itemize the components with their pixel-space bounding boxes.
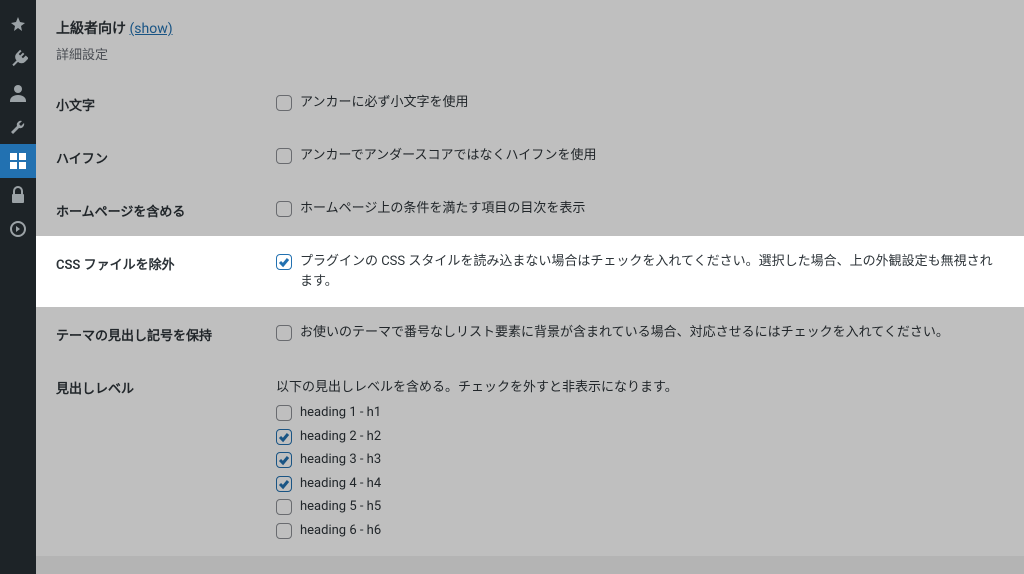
sidebar-item-security[interactable] xyxy=(0,178,36,212)
check-icon xyxy=(278,256,290,268)
checkbox-h5[interactable] xyxy=(276,499,292,515)
heading-levels-intro: 以下の見出しレベルを含める。チェックを外すと非表示になります。 xyxy=(276,376,1004,395)
checkbox-homepage[interactable] xyxy=(276,201,292,217)
cb-label-h1: heading 1 - h1 xyxy=(300,403,381,423)
sidebar-item-settings[interactable] xyxy=(0,144,36,178)
row-preserve-bullets: テーマの見出し記号を保持 お使いのテーマで番号なしリスト要素に背景が含まれている… xyxy=(36,307,1024,360)
cb-label-h5: heading 5 - h5 xyxy=(300,497,381,517)
label-exclude-css: CSS ファイルを除外 xyxy=(56,252,276,273)
label-preserve-bullets: テーマの見出し記号を保持 xyxy=(56,323,276,344)
cb-label-hyphen: アンカーでアンダースコアではなくハイフンを使用 xyxy=(300,146,597,166)
row-exclude-css: CSS ファイルを除外 プラグインの CSS スタイルを読み込まない場合はチェッ… xyxy=(36,236,1024,307)
label-lowercase: 小文字 xyxy=(56,93,276,114)
checkbox-h6[interactable] xyxy=(276,523,292,539)
plug-icon xyxy=(8,49,28,69)
settings-panel: 上級者向け (show) 詳細設定 小文字 アンカーに必ず小文字を使用 ハイフン xyxy=(36,0,1024,556)
sidebar-item-collapse[interactable] xyxy=(0,212,36,246)
user-icon xyxy=(8,83,28,103)
sidebar-item-pin[interactable] xyxy=(0,8,36,42)
show-link[interactable]: (show) xyxy=(129,21,172,37)
cb-label-h6: heading 6 - h6 xyxy=(300,521,381,541)
cb-label-lowercase: アンカーに必ず小文字を使用 xyxy=(300,93,468,113)
label-hyphen: ハイフン xyxy=(56,146,276,167)
checkbox-h1[interactable] xyxy=(276,405,292,421)
cb-label-h4: heading 4 - h4 xyxy=(300,474,381,494)
circle-icon xyxy=(8,219,28,239)
row-hyphen: ハイフン アンカーでアンダースコアではなくハイフンを使用 xyxy=(36,130,1024,183)
checkbox-lowercase[interactable] xyxy=(276,95,292,111)
checkbox-exclude-css[interactable] xyxy=(276,254,292,270)
cb-label-homepage: ホームページ上の条件を満たす項目の目次を表示 xyxy=(300,199,585,219)
row-lowercase: 小文字 アンカーに必ず小文字を使用 xyxy=(36,77,1024,130)
checkbox-h2[interactable] xyxy=(276,429,292,445)
section-title-text: 上級者向け xyxy=(56,21,126,37)
checkbox-h4[interactable] xyxy=(276,476,292,492)
sidebar-item-users[interactable] xyxy=(0,76,36,110)
check-icon xyxy=(278,454,290,466)
section-subtitle: 詳細設定 xyxy=(36,44,1024,77)
checkbox-hyphen[interactable] xyxy=(276,148,292,164)
pin-icon xyxy=(8,15,28,35)
row-homepage: ホームページを含める ホームページ上の条件を満たす項目の目次を表示 xyxy=(36,183,1024,236)
row-heading-levels: 見出しレベル 以下の見出しレベルを含める。チェックを外すと非表示になります。 h… xyxy=(36,360,1024,556)
lock-icon xyxy=(8,185,28,205)
tools-icon xyxy=(8,117,28,137)
section-title: 上級者向け (show) xyxy=(36,0,1024,44)
check-icon xyxy=(278,478,290,490)
cb-label-exclude-css: プラグインの CSS スタイルを読み込まない場合はチェックを入れてください。選択… xyxy=(300,252,1004,291)
checkbox-preserve-bullets[interactable] xyxy=(276,325,292,341)
sidebar-item-plugins[interactable] xyxy=(0,42,36,76)
label-homepage: ホームページを含める xyxy=(56,199,276,220)
sidebar-item-tools[interactable] xyxy=(0,110,36,144)
checkbox-h3[interactable] xyxy=(276,452,292,468)
settings-icon xyxy=(8,151,28,171)
cb-label-h2: heading 2 - h2 xyxy=(300,427,381,447)
admin-sidebar xyxy=(0,0,36,574)
check-icon xyxy=(278,431,290,443)
label-heading-levels: 見出しレベル xyxy=(56,376,276,397)
cb-label-preserve-bullets: お使いのテーマで番号なしリスト要素に背景が含まれている場合、対応させるにはチェッ… xyxy=(300,323,949,343)
cb-label-h3: heading 3 - h3 xyxy=(300,450,381,470)
